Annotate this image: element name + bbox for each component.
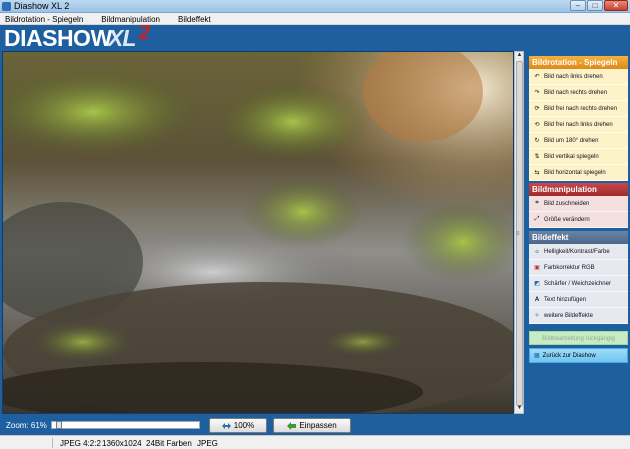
rotate-right-item[interactable]: ↷ Bild nach rechts drehen — [529, 85, 628, 101]
brightness-icon: ☼ — [534, 248, 540, 255]
maximize-button[interactable]: □ — [587, 0, 603, 11]
rgb-icon: ▣ — [534, 265, 540, 271]
status-type: JPEG — [197, 439, 218, 448]
flip-vertical-item[interactable]: ⇅ Bild vertikal spiegeln — [529, 149, 628, 165]
scroll-down-icon[interactable]: ▼ — [516, 405, 523, 413]
logo-header: DIASHOW XL 2 — [0, 22, 630, 51]
flip-vertical-icon: ⇅ — [534, 154, 540, 160]
menu-bar: Bildrotation - Spiegeln Bildmanipulation… — [0, 13, 630, 25]
manipulation-group-header: Bildmanipulation — [529, 183, 628, 196]
menu-manipulation[interactable]: Bildmanipulation — [101, 13, 160, 24]
logo-xl: XL — [108, 25, 136, 51]
menu-rotation[interactable]: Bildrotation - Spiegeln — [5, 13, 83, 24]
manipulation-group: ⌗ Bild zuschneiden ⤢ Größe verändern — [529, 196, 628, 228]
resize-icon: ⤢ — [534, 216, 540, 222]
status-colors: 24Bit Farben — [146, 439, 192, 448]
fit-button[interactable]: Einpassen — [273, 418, 351, 433]
rotation-group: ↶ Bild nach links drehen ↷ Bild nach recht… — [529, 69, 628, 181]
minimize-button[interactable]: – — [570, 0, 586, 11]
scroll-up-icon[interactable]: ▲ — [516, 52, 523, 60]
zoom-bar: Zoom: 61% 100% Einpassen — [0, 414, 526, 435]
window-title: Diashow XL 2 — [14, 1, 70, 11]
status-divider — [52, 438, 53, 448]
text-item[interactable]: A Text hinzufügen — [529, 292, 628, 308]
free-rotate-right-icon: ⟳ — [534, 106, 540, 112]
status-format: JPEG 4:2:2 — [60, 439, 101, 448]
crop-icon: ⌗ — [535, 200, 539, 206]
window-controls: – □ ✕ — [570, 0, 628, 12]
sharpen-item[interactable]: ◩ Schärfer / Weichzeichner — [529, 276, 628, 292]
scroll-grip-icon: ≡ — [516, 231, 520, 237]
crop-item[interactable]: ⌗ Bild zuschneiden — [529, 196, 628, 212]
status-size: 1360x1024 — [102, 439, 142, 448]
zoom-100-button[interactable]: 100% — [209, 418, 267, 433]
zoom-slider[interactable] — [51, 421, 200, 429]
flip-horizontal-icon: ⇆ — [534, 170, 540, 176]
fit-icon — [287, 421, 297, 430]
menu-effects[interactable]: Bildeffekt — [178, 13, 211, 24]
close-button[interactable]: ✕ — [604, 0, 628, 11]
tool-panel: Bildrotation - Spiegeln ↶ Bild nach links… — [526, 51, 630, 435]
status-bar: JPEG 4:2:2 1360x1024 24Bit Farben JPEG — [0, 435, 630, 449]
free-rotate-left-icon: ⟲ — [534, 122, 540, 128]
free-rotate-right-item[interactable]: ⟳ Bild frei nach rechts drehen — [529, 101, 628, 117]
rotate-left-item[interactable]: ↶ Bild nach links drehen — [529, 69, 628, 85]
back-to-slideshow-button[interactable]: ▦ Zurück zur Diashow — [529, 348, 628, 363]
brightness-item[interactable]: ☼ Helligkeit/Kontrast/Farbe — [529, 244, 628, 260]
zoom-slider-thumb[interactable] — [56, 421, 62, 429]
slideshow-icon: ▦ — [534, 353, 540, 359]
rgb-item[interactable]: ▣ Farbkorrektur RGB — [529, 260, 628, 276]
zoom-actual-icon — [221, 422, 231, 429]
effects-group-header: Bildeffekt — [529, 231, 628, 244]
rotate-180-item[interactable]: ↻ Bild um 180° drehen — [529, 133, 628, 149]
rotate-right-icon: ↷ — [534, 90, 540, 96]
effects-item[interactable]: ✧ weitere Bildeffekte — [529, 308, 628, 324]
rotate-left-icon: ↶ — [534, 74, 540, 80]
image-viewport[interactable] — [2, 51, 514, 414]
resize-item[interactable]: ⤢ Größe verändern — [529, 212, 628, 228]
undo-button[interactable]: Bildbearbeitung rückgängig — [529, 331, 628, 345]
effects-group: ☼ Helligkeit/Kontrast/Farbe ▣ Farbkorrektu… — [529, 244, 628, 324]
zoom-label: Zoom: 61% — [6, 421, 47, 430]
app-icon — [2, 2, 11, 11]
rotation-group-header: Bildrotation - Spiegeln — [529, 56, 628, 69]
logo-text: DIASHOW — [4, 25, 112, 51]
effects-icon: ✧ — [534, 313, 540, 319]
title-bar: Diashow XL 2 – □ ✕ — [0, 0, 630, 13]
logo-version: 2 — [139, 22, 151, 44]
photo-image — [3, 52, 513, 413]
zoom-100-label: 100% — [233, 421, 255, 430]
free-rotate-left-item[interactable]: ⟲ Bild frei nach links drehen — [529, 117, 628, 133]
rotate-180-icon: ↻ — [534, 138, 540, 144]
vertical-scrollbar[interactable]: ▲ ≡ ▼ — [514, 51, 524, 414]
text-icon: A — [534, 296, 540, 303]
flip-horizontal-item[interactable]: ⇆ Bild horizontal spiegeln — [529, 165, 628, 181]
sharpen-icon: ◩ — [534, 281, 540, 287]
fit-label: Einpassen — [299, 421, 337, 430]
